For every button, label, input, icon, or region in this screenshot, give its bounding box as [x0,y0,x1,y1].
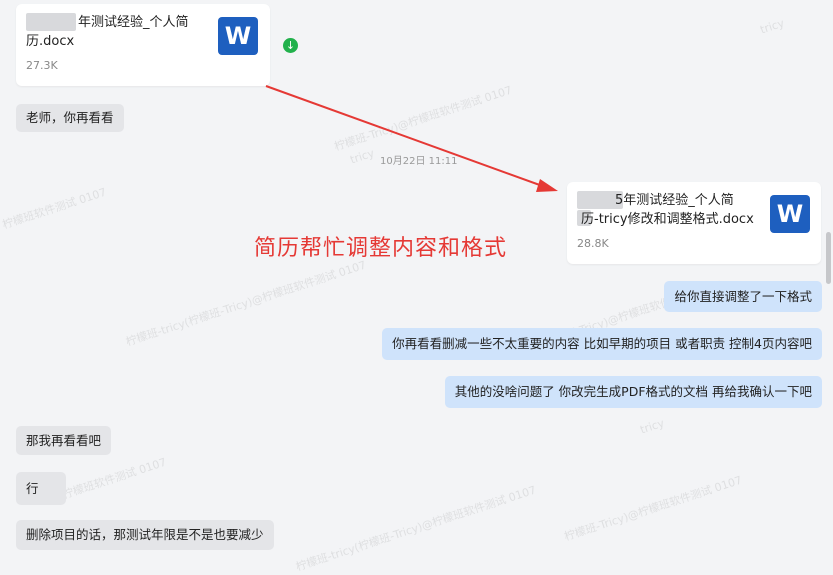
scrollbar-thumb[interactable] [826,232,831,284]
file-name: 5年测试经验_个人简 [615,193,734,208]
annotation-text: 简历帮忙调整内容和格式 [254,236,508,261]
file-card-revised-resume[interactable]: 5年测试经验_个人简 历-tricy修改和调整格式.docx 28.8K W [567,182,821,264]
message-bubble: 其他的没啥问题了 你改完生成PDF格式的文档 再给我确认一下吧 [444,376,822,408]
message-bubble: 给你直接调整了一下格式 [664,281,822,312]
message-bubble: 那我再看看吧 [16,426,112,455]
message-bubble: 你再看看删减一些不太重要的内容 比如早期的项目 或者职责 控制4页内容吧 [382,328,822,360]
word-file-icon: W [770,195,810,233]
annotation-arrow [265,85,558,192]
file-size: 28.8K [577,237,609,250]
file-name-cont: 历-tricy修改和调整格式.docx [581,212,754,227]
message-bubble: 行 [16,472,66,505]
message-bubble: 删除项目的话，那测试年限是不是也要减少 [16,520,274,550]
